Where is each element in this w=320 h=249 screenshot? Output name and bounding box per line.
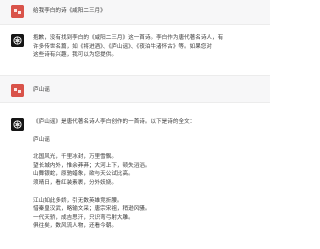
assistant-message-2: 《庐山谣》是唐代著名诗人李白创作的一首诗。以下是诗的全文： 庐山谣 北国风光，千… [0,103,270,249]
user-message-text: 庐山谣 [33,87,50,93]
assistant-message-text: 抱歉，没有找到李白的《咸阳二三月》这一首诗。李白作为唐代著名诗人，有 许多传世名… [33,34,262,60]
assistant-message-text: 《庐山谣》是唐代著名诗人李白创作的一首诗。以下是诗的全文： 庐山谣 北国风光，千… [33,118,262,231]
poem-stanza-1: 北国风光，千里冰封，万里雪飘。 望长城内外，惟余莽莽；大河上下，顿失滔滔。 山舞… [33,153,262,187]
user-avatar-icon [11,5,24,18]
user-message-1: 给我李白的诗《咸阳二三月》 [0,0,270,24]
poem-line: 山舞银蛇，原驰蜡象，欲与天公试比高。 [33,171,134,178]
poem-line: 须晴日，看红装素裹，分外妖娆。 [33,179,117,186]
poem-line: 江山如此多娇，引无数英雄竞折腰。 [33,197,123,204]
answer-line: 这些诗有兴趣，我可以为您提供。 [33,52,117,59]
poem-line: 惜秦皇汉武，略输文采；唐宗宋祖，稍逊风骚。 [33,206,151,213]
user-message-2: 庐山谣 [0,76,270,102]
answer-line: 许多传世名篇，如《将进酒》、《庐山谣》、《夜泊牛渚怀古》等。如果您对 [33,43,212,50]
answer-intro: 《庐山谣》是唐代著名诗人李白创作的一首诗。以下是诗的全文： [33,119,196,125]
openai-logo-icon [11,34,24,47]
user-message-text: 给我李白的诗《咸阳二三月》 [33,8,106,14]
assistant-message-1: 抱歉，没有找到李白的《咸阳二三月》这一首诗。李白作为唐代著名诗人，有 许多传世名… [0,25,270,75]
poem-line: 北国风光，千里冰封，万里雪飘。 [33,154,117,161]
answer-line: 抱歉，没有找到李白的《咸阳二三月》这一首诗。李白作为唐代著名诗人，有 [33,35,224,41]
poem-line: 俱往矣，数风流人物，还看今朝。 [33,223,117,230]
poem-title: 庐山谣 [33,136,50,143]
user-avatar-icon [11,84,24,97]
openai-logo-icon [11,118,24,131]
poem-stanza-2: 江山如此多娇，引无数英雄竞折腰。 惜秦皇汉武，略输文采；唐宗宋祖，稍逊风骚。 一… [33,197,262,231]
poem-line: 望长城内外，惟余莽莽；大河上下，顿失滔滔。 [33,162,151,169]
poem-line: 一代天骄，成吉思汗，只识弯弓射大雕。 [33,214,134,221]
